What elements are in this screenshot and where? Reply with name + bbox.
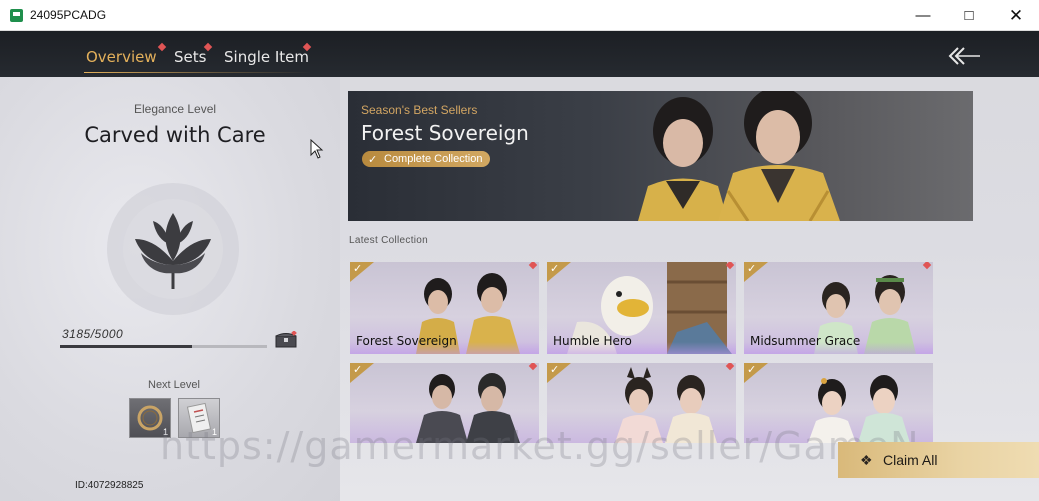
diamond-icon: ❖ [860,452,873,468]
card-name: Forest Sovereign [356,334,457,348]
mouse-cursor-icon [310,139,324,159]
elegance-progress-text: 3185/5000 [62,327,124,341]
check-icon: ✓ [368,154,378,166]
tab-underline [84,72,312,73]
card-name: Humble Hero [553,334,632,348]
app-icon [10,9,23,22]
check-icon: ✓ [550,263,560,275]
tab-sets[interactable]: Sets [174,48,206,66]
latest-collection-label: Latest Collection [349,235,429,246]
card-art-image [615,367,717,443]
game-area: Overview Sets Single Item Elegance Level… [0,31,1039,501]
top-nav: Overview Sets Single Item [0,31,1039,77]
reward-slot-scroll[interactable]: 1 [178,398,220,438]
tab-overview-badge [157,42,167,52]
elegance-level-label: Elegance Level [133,102,217,116]
next-level-label: Next Level [148,379,200,391]
check-icon: ✓ [353,263,363,275]
featured-banner[interactable]: Season's Best Sellers Forest Sovereign ✓… [348,91,973,221]
close-button[interactable]: ✕ [993,0,1039,31]
window-titlebar: 24095PCADG — □ ✕ [0,0,1039,31]
collection-card[interactable]: ✓ Humble Hero [547,262,736,354]
elegance-level-title: Carved with Care [84,123,266,147]
check-icon: ✓ [550,364,560,376]
claim-all-label: Claim All [883,452,938,468]
check-icon: ✓ [747,364,757,376]
reward-count: 1 [211,427,217,437]
window-title: 24095PCADG [30,8,107,22]
collection-card[interactable]: ✓ [744,363,933,443]
reward-chest-icon[interactable] [275,331,297,348]
minimize-button[interactable]: — [900,0,946,31]
player-id: ID:4072928825 [75,480,144,491]
collection-card[interactable]: ✓ Forest Sovereign [350,262,539,354]
banner-title: Forest Sovereign [361,121,529,145]
reward-count: 1 [162,427,168,437]
tab-single-item[interactable]: Single Item [224,48,309,66]
back-arrow-icon[interactable] [944,45,984,67]
banner-characters-image [638,91,840,221]
card-name: Midsummer Grace [750,334,861,348]
collection-card[interactable]: ✓ [547,363,736,443]
complete-collection-badge: ✓ Complete Collection [362,151,491,167]
card-art-image [416,373,520,443]
tab-overview[interactable]: Overview [86,48,157,66]
check-icon: ✓ [353,364,363,376]
check-icon: ✓ [747,263,757,275]
claim-all-button[interactable]: ❖ Claim All [838,442,1039,478]
banner-subtitle: Season's Best Sellers [361,103,478,117]
maximize-button[interactable]: □ [946,0,992,31]
elegance-progress-fill [60,345,192,348]
card-art-image [808,375,910,443]
reward-slot-ring[interactable]: 1 [129,398,171,438]
elegance-progress-bar [60,345,267,348]
collection-card[interactable]: ✓ Midsummer Grace [744,262,933,354]
elegance-panel: Elegance Level Carved with Care 3185/500… [0,77,340,501]
collection-card[interactable]: ✓ [350,363,539,443]
lotus-emblem-icon [107,183,239,315]
